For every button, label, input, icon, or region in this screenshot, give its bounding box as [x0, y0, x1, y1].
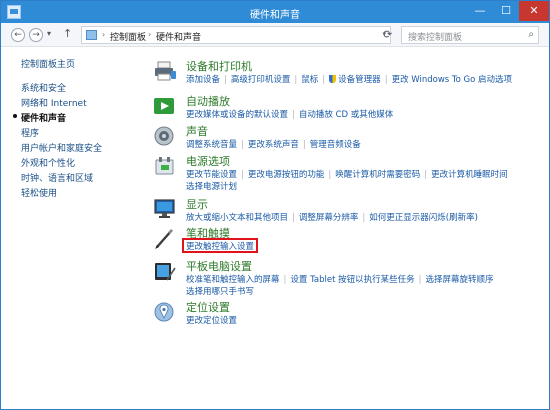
sidebar-item-system-security[interactable]: 系统和安全: [21, 81, 66, 94]
category-title-tablet-settings[interactable]: 平板电脑设置: [186, 258, 252, 274]
category-links: 调整系统音量 | 更改系统声音 | 管理音频设备: [186, 139, 546, 151]
breadcrumb-separator-icon: ›: [102, 30, 106, 39]
up-arrow-icon[interactable]: ↑: [63, 27, 72, 40]
breadcrumb[interactable]: › 控制面板 › 硬件和声音 ▾: [81, 26, 391, 44]
link-advanced-printer-setup[interactable]: 高级打印机设置: [231, 75, 291, 85]
link-add-device[interactable]: 添加设备: [186, 75, 220, 85]
link-refresh-rate[interactable]: 如何更正显示器闪烁(刷新率): [369, 213, 478, 223]
tablet-icon: [155, 263, 176, 281]
pen-icon: [155, 229, 173, 249]
link-manage-audio-devices[interactable]: 管理音频设备: [310, 140, 361, 150]
link-separator: |: [292, 213, 295, 223]
category-title-sound[interactable]: 声音: [186, 123, 208, 139]
category-title-autoplay[interactable]: 自动播放: [186, 93, 230, 109]
category-links: 放大或缩小文本和其他项目 | 调整屏幕分辨率 | 如何更正显示器闪烁(刷新率): [186, 212, 546, 224]
link-separator: |: [328, 170, 332, 180]
link-separator: |: [424, 170, 428, 180]
display-icon: [154, 199, 175, 218]
close-button[interactable]: ✕: [519, 1, 549, 21]
link-change-location-settings[interactable]: 更改定位设置: [186, 316, 237, 326]
link-separator: |: [292, 110, 295, 120]
category-title-devices-printers[interactable]: 设备和打印机: [186, 58, 252, 74]
control-panel-window: 硬件和声音 — ☐ ✕ ← → ▾ ↑ › 控制面板 › 硬件和声音 ▾ ⟳ 搜…: [0, 0, 550, 410]
back-arrow-icon[interactable]: ←: [11, 28, 25, 42]
sidebar-item-clock-language-region[interactable]: 时钟、语言和区域: [21, 171, 93, 184]
sidebar-item-home[interactable]: 控制面板主页: [21, 57, 75, 70]
link-separator: |: [241, 140, 244, 150]
link-calibrate-screen[interactable]: 校准笔和触控输入的屏幕: [186, 275, 280, 285]
speaker-icon: [154, 126, 174, 146]
link-separator: |: [384, 75, 388, 85]
address-bar: ← → ▾ ↑ › 控制面板 › 硬件和声音 ▾ ⟳ 搜索控制面板 ⌕: [1, 23, 549, 47]
link-separator: |: [302, 140, 306, 150]
link-change-system-sounds[interactable]: 更改系统声音: [248, 140, 299, 150]
link-adjust-volume[interactable]: 调整系统音量: [186, 140, 237, 150]
link-change-default-media-settings[interactable]: 更改媒体或设备的默认设置: [186, 110, 288, 120]
sidebar-item-appearance[interactable]: 外观和个性化: [21, 156, 75, 169]
link-power-button-function[interactable]: 更改电源按钮的功能: [248, 170, 325, 180]
search-input[interactable]: 搜索控制面板 ⌕: [401, 26, 539, 44]
link-device-manager[interactable]: 设备管理器: [338, 75, 381, 85]
link-separator: |: [241, 170, 244, 180]
recent-locations-chevron-icon[interactable]: ▾: [47, 29, 51, 38]
refresh-icon[interactable]: ⟳: [383, 28, 392, 41]
link-autoplay-cd[interactable]: 自动播放 CD 或其他媒体: [299, 110, 393, 120]
category-links: 校准笔和触控输入的屏幕 | 设置 Tablet 按钮以执行某些任务 | 选择屏幕旋转顺序…: [186, 274, 546, 298]
link-power-saving-settings[interactable]: 更改节能设置: [186, 170, 237, 180]
location-icon: [154, 302, 174, 322]
link-separator: |: [418, 275, 422, 285]
category-title-display[interactable]: 显示: [186, 196, 208, 212]
sidebar-item-user-accounts[interactable]: 用户帐户和家庭安全: [21, 141, 102, 154]
link-require-password-on-wake[interactable]: 唤醒计算机时需要密码: [335, 170, 420, 180]
current-item-bullet-icon: [13, 114, 17, 118]
printer-icon: [155, 61, 176, 81]
power-icon: [155, 157, 174, 175]
maximize-button[interactable]: ☐: [493, 1, 519, 21]
sidebar-item-network-internet[interactable]: 网络和 Internet: [21, 96, 87, 109]
category-links: 添加设备 | 高级打印机设置 | 鼠标 | 设备管理器 | 更改 Windows To Go 启…: [186, 74, 546, 86]
link-separator: |: [362, 213, 366, 223]
breadcrumb-separator-icon: ›: [148, 30, 152, 39]
link-zoom-text[interactable]: 放大或缩小文本和其他项目: [186, 213, 288, 223]
category-links: 更改节能设置 | 更改电源按钮的功能 | 唤醒计算机时需要密码 | 更改计算机睡眠时间 选择电…: [186, 169, 546, 193]
link-tablet-buttons[interactable]: 设置 Tablet 按钮以执行某些任务: [290, 275, 414, 285]
category-title-power-options[interactable]: 电源选项: [186, 153, 230, 169]
control-panel-crumb-icon: [86, 30, 97, 40]
link-windows-to-go-startup[interactable]: 更改 Windows To Go 启动选项: [392, 75, 513, 85]
highlight-box: [182, 238, 258, 253]
sidebar-item-programs[interactable]: 程序: [21, 126, 39, 139]
link-handedness[interactable]: 选择用哪只手书写: [186, 287, 254, 297]
title-bar: 硬件和声音 — ☐ ✕: [1, 1, 549, 23]
sidebar-item-hardware-sound: 硬件和声音: [13, 111, 67, 124]
link-separator: |: [283, 275, 287, 285]
link-screen-resolution[interactable]: 调整屏幕分辨率: [299, 213, 359, 223]
search-icon[interactable]: ⌕: [528, 29, 534, 40]
forward-arrow-icon[interactable]: →: [29, 28, 43, 42]
sidebar-item-label: 硬件和声音: [21, 114, 67, 124]
link-separator: |: [224, 75, 227, 85]
link-separator: |: [322, 75, 326, 85]
link-change-sleep-time[interactable]: 更改计算机睡眠时间: [431, 170, 508, 180]
category-title-location-settings[interactable]: 定位设置: [186, 299, 230, 315]
autoplay-icon: [154, 98, 174, 114]
category-links: 更改媒体或设备的默认设置 | 自动播放 CD 或其他媒体: [186, 109, 546, 121]
uac-shield-icon: [329, 75, 337, 83]
link-choose-power-plan[interactable]: 选择电源计划: [186, 182, 237, 192]
link-separator: |: [294, 75, 298, 85]
minimize-button[interactable]: —: [467, 1, 493, 21]
category-links: 更改定位设置: [186, 315, 546, 327]
link-mouse[interactable]: 鼠标: [301, 75, 318, 85]
link-screen-rotation-order[interactable]: 选择屏幕旋转顺序: [425, 275, 493, 285]
sidebar-item-ease-of-access[interactable]: 轻松使用: [21, 186, 57, 199]
search-placeholder: 搜索控制面板: [408, 33, 463, 43]
breadcrumb-item-hardware-sound[interactable]: 硬件和声音: [156, 30, 201, 43]
breadcrumb-item-control-panel[interactable]: 控制面板: [110, 30, 146, 43]
